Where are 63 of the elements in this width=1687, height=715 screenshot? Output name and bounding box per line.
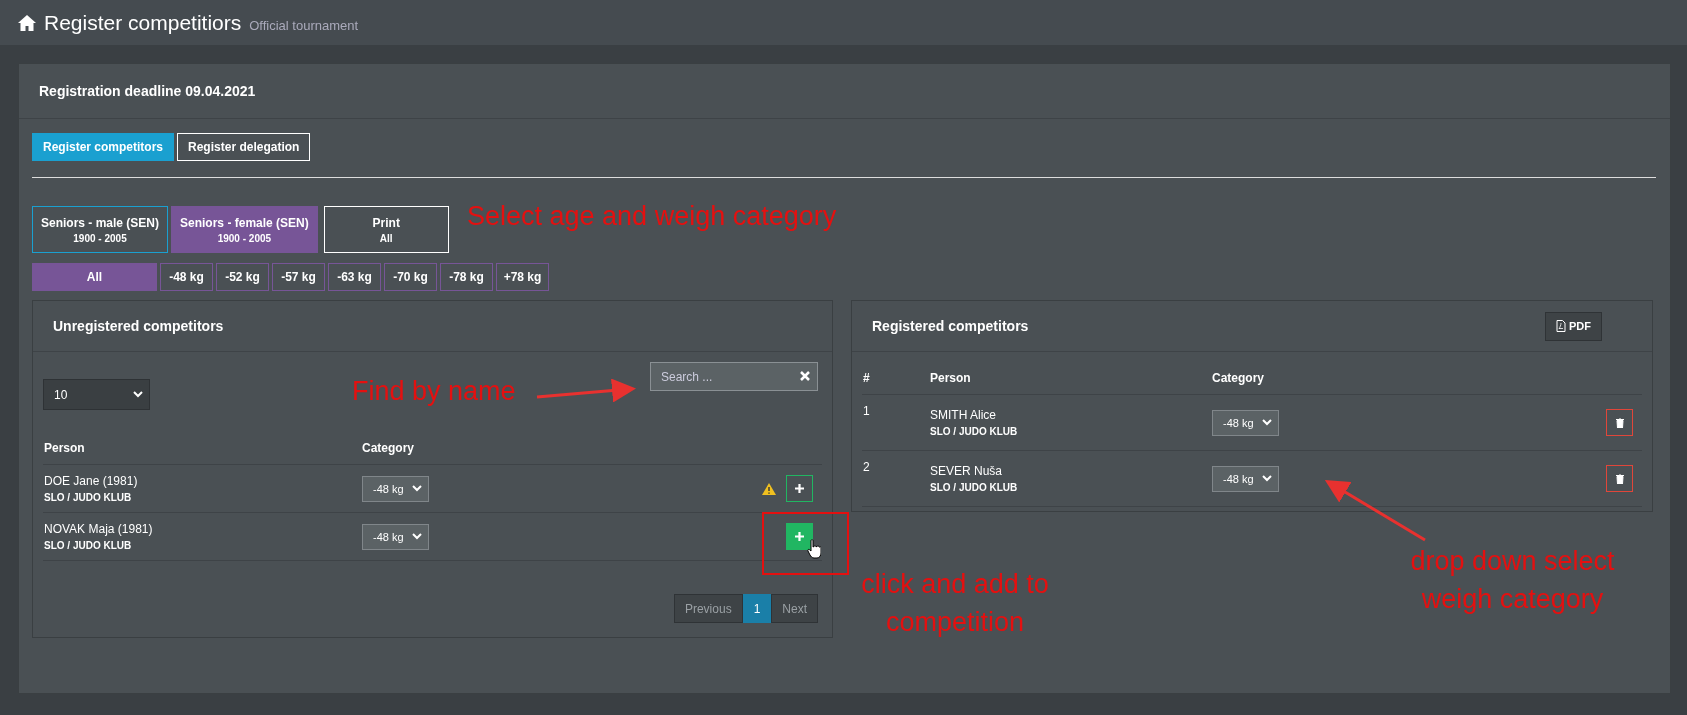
category-select[interactable]: -48 kg bbox=[1212, 465, 1279, 492]
page-title: Register competitiors bbox=[44, 10, 242, 35]
add-button[interactable] bbox=[786, 523, 813, 550]
row-number: 2 bbox=[863, 460, 870, 474]
weight-button[interactable]: -63 kg bbox=[328, 263, 381, 291]
panel-title: Registered competitors bbox=[872, 318, 1029, 334]
panel-title: Unregistered competitors bbox=[53, 318, 224, 334]
plus-icon bbox=[795, 484, 804, 493]
weight-button[interactable]: All bbox=[32, 263, 157, 291]
column-header: Category bbox=[1211, 362, 1492, 395]
chevron-icon bbox=[412, 485, 422, 492]
hand-cursor-icon bbox=[807, 539, 821, 559]
search-field[interactable]: Search ... bbox=[650, 362, 818, 391]
tab[interactable]: Register delegation bbox=[177, 133, 311, 161]
person-name: SEVER Nuša bbox=[930, 464, 1004, 478]
weight-button[interactable]: -78 kg bbox=[440, 263, 493, 291]
club-name: SLO / JUDO KLUB bbox=[930, 482, 1019, 493]
chevron-icon bbox=[1262, 419, 1272, 426]
column-header: Person bbox=[929, 362, 1211, 395]
category-select[interactable]: -48 kg bbox=[362, 523, 429, 550]
home-icon[interactable] bbox=[18, 14, 36, 31]
category-select[interactable]: -48 kg bbox=[1212, 409, 1279, 436]
annotation-text: drop down select weigh category bbox=[1409, 545, 1616, 616]
annotation-text: Select age and weigh category bbox=[467, 200, 837, 233]
chevron-icon bbox=[412, 533, 422, 540]
chevron-icon bbox=[133, 391, 143, 398]
delete-button[interactable] bbox=[1606, 465, 1633, 492]
weight-button[interactable]: -57 kg bbox=[272, 263, 325, 291]
pdf-button[interactable]: PDF bbox=[1545, 311, 1602, 341]
club-name: SLO / JUDO KLUB bbox=[44, 540, 133, 551]
plus-icon bbox=[795, 532, 804, 541]
column-header: Category bbox=[361, 432, 606, 465]
trash-icon bbox=[1615, 473, 1624, 484]
weight-button[interactable]: -52 kg bbox=[216, 263, 269, 291]
person-name: NOVAK Maja (1981) bbox=[44, 522, 154, 536]
club-name: SLO / JUDO KLUB bbox=[44, 492, 133, 503]
page-subtitle: Official tournament bbox=[249, 18, 359, 33]
row-number: 1 bbox=[863, 404, 870, 418]
weight-button[interactable]: -70 kg bbox=[384, 263, 437, 291]
age-group-button[interactable]: Seniors - female (SEN) 1900 - 2005 bbox=[171, 206, 318, 253]
chevron-icon bbox=[1262, 475, 1272, 482]
club-name: SLO / JUDO KLUB bbox=[930, 426, 1019, 437]
delete-button[interactable] bbox=[1606, 409, 1633, 436]
category-select[interactable]: -48 kg bbox=[362, 475, 429, 502]
person-name: SMITH Alice bbox=[930, 408, 997, 422]
age-group-button[interactable]: Seniors - male (SEN) 1900 - 2005 bbox=[32, 206, 169, 253]
pagination-button[interactable]: Previous bbox=[673, 594, 743, 623]
trash-icon bbox=[1615, 417, 1624, 428]
annotation-text: click and add to competition bbox=[860, 568, 1050, 639]
person-name: DOE Jane (1981) bbox=[44, 474, 139, 488]
clear-icon[interactable] bbox=[800, 371, 810, 381]
pagination-button[interactable]: 1 bbox=[742, 594, 772, 623]
weight-button[interactable]: -48 kg bbox=[160, 263, 213, 291]
page-size-select[interactable]: 10 bbox=[43, 379, 150, 410]
annotation-text: Find by name bbox=[352, 375, 516, 408]
weight-button[interactable]: +78 kg bbox=[496, 263, 549, 291]
column-header: # bbox=[862, 362, 929, 395]
print-button[interactable]: Print All bbox=[323, 206, 449, 253]
deadline-text: Registration deadline 09.04.2021 bbox=[39, 83, 256, 99]
pagination-button[interactable]: Next bbox=[771, 594, 818, 623]
add-button[interactable] bbox=[786, 475, 813, 502]
column-header: Person bbox=[43, 432, 361, 465]
document-icon bbox=[1556, 320, 1566, 332]
